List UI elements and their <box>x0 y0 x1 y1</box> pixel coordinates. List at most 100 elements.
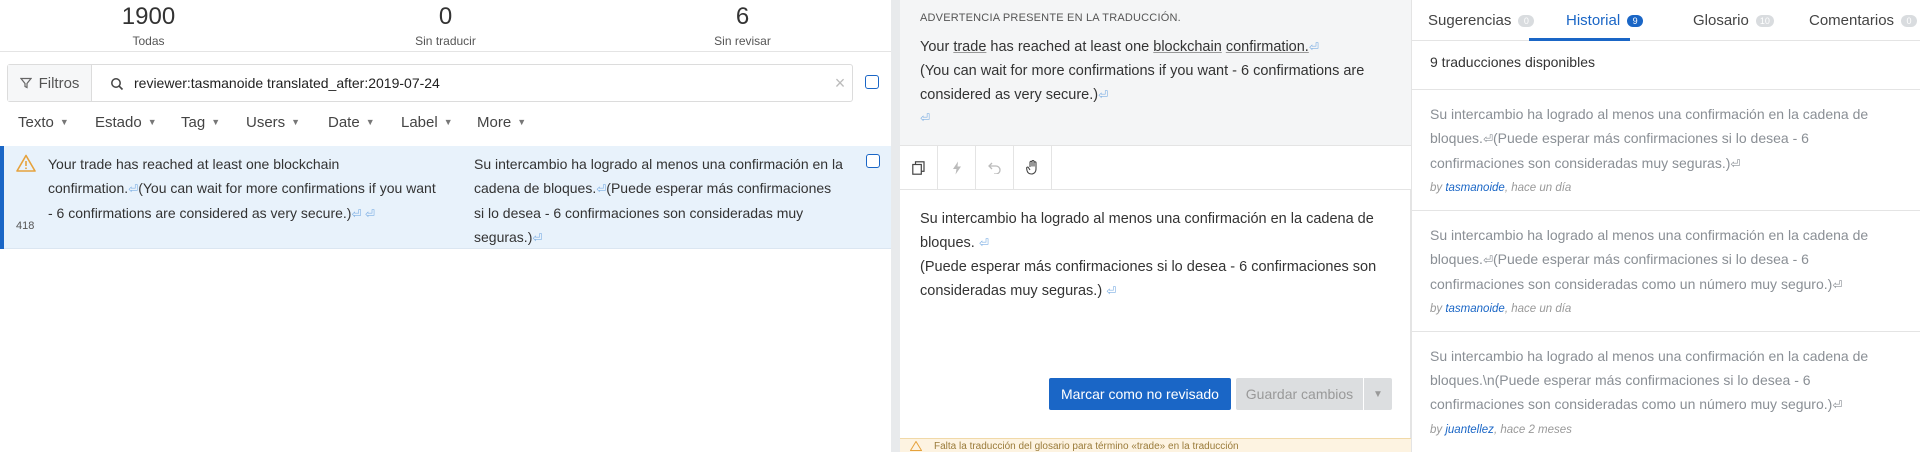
stat-unreviewed[interactable]: 6 Sin revisar <box>594 0 891 49</box>
dropdown-date[interactable]: Date ▼ <box>328 114 375 131</box>
source-text-line: considered as very secure.) <box>920 87 1099 103</box>
newline-icon: ⏎ <box>1832 278 1843 292</box>
chevron-down-icon: ▼ <box>365 117 375 127</box>
selected-indicator <box>0 146 4 249</box>
translation-warning-label: ADVERTENCIA PRESENTE EN LA TRADUCCIÓN. <box>920 12 1181 24</box>
tab-suggestions[interactable]: Sugerencias 0 <box>1428 0 1535 41</box>
history-line: Su intercambio ha logrado al menos una c… <box>1430 348 1869 364</box>
unit-target-text: Su intercambio ha logrado al menos una c… <box>474 152 854 250</box>
history-count: 9 traducciones disponibles <box>1430 54 1595 70</box>
tab-count: 0 <box>1518 14 1535 27</box>
dropdown-text[interactable]: Texto ▼ <box>18 114 69 131</box>
unit-source-text: Your trade has reached at least one bloc… <box>48 152 448 226</box>
history-meta: by tasmanoide, hace un día <box>1430 182 1571 194</box>
tab-label: Comentarios <box>1809 12 1895 29</box>
chevron-down-icon: ▼ <box>211 117 221 127</box>
save-options-button[interactable]: ▼ <box>1364 378 1392 410</box>
unit-target-line: (Puede esperar más confirmaciones <box>606 180 832 196</box>
history-line: confirmaciones son consideradas como un … <box>1430 396 1833 412</box>
copy-source-button[interactable] <box>900 146 938 189</box>
unit-target-line: si lo desea - 6 confirmaciones son consi… <box>474 205 804 221</box>
stat-untranslated[interactable]: 0 Sin traducir <box>297 0 594 49</box>
close-icon[interactable]: × <box>832 74 848 92</box>
translation-app: 1900 Todas 0 Sin traducir 6 Sin revisar … <box>0 0 1920 452</box>
dropdown-label: Estado <box>95 114 142 131</box>
unit-source-line: - 6 confirmations are considered as very… <box>48 205 352 221</box>
translation-line: consideradas muy seguras.) <box>920 283 1103 299</box>
filter-bar: Filtros × <box>7 64 853 102</box>
glossary-term-blockchain[interactable]: blockchain <box>1153 39 1222 55</box>
dropdown-label: Users <box>246 114 286 131</box>
history-time: , hace un día <box>1504 303 1572 315</box>
machine-translate-button[interactable] <box>938 146 976 189</box>
tab-count: 10 <box>1755 14 1774 27</box>
history-item[interactable]: Su intercambio ha logrado al menos una c… <box>1412 332 1920 452</box>
editor-pane: ADVERTENCIA PRESENTE EN LA TRADUCCIÓN. Y… <box>891 0 1411 452</box>
newline-icon: ⏎ <box>1482 132 1493 146</box>
active-tab-indicator <box>1529 38 1630 41</box>
chevron-down-icon: ▼ <box>443 117 453 127</box>
special-characters-button[interactable] <box>1014 146 1052 189</box>
dropdown-users[interactable]: Users ▼ <box>246 114 300 131</box>
unit-row[interactable]: 418 Your trade has reached at least one … <box>0 146 891 249</box>
tab-glossary[interactable]: Glosario 10 <box>1693 0 1774 41</box>
newline-icon: ⏎ <box>596 182 607 196</box>
stat-all[interactable]: 1900 Todas <box>0 0 297 49</box>
history-item[interactable]: Su intercambio ha logrado al menos una c… <box>1412 211 1920 332</box>
glossary-warning: Falta la traducción del glosario para té… <box>900 438 1411 452</box>
tab-label: Sugerencias <box>1428 12 1512 29</box>
history-line: bloques.\n(Puede esperar más confirmacio… <box>1430 372 1811 388</box>
history-line: bloques. <box>1430 251 1483 267</box>
unit-target-line: seguras.) <box>474 229 533 245</box>
source-text-part: has reached at least one <box>986 39 1154 55</box>
search-input[interactable] <box>134 65 824 101</box>
newline-icon: ⏎ <box>1832 398 1843 412</box>
unit-list-pane: 1900 Todas 0 Sin traducir 6 Sin revisar … <box>0 0 891 452</box>
history-line: confirmaciones son consideradas muy segu… <box>1430 155 1731 171</box>
unit-id: 418 <box>16 220 35 232</box>
newline-icon: ⏎ ⏎ <box>351 207 375 221</box>
undo-icon <box>987 162 1001 174</box>
chevron-down-icon: ▼ <box>59 117 69 127</box>
translation-line: bloques. <box>920 235 975 251</box>
dropdown-status[interactable]: Estado ▼ <box>95 114 157 131</box>
history-line: (Puede esperar más confirmaciones si lo … <box>1493 251 1809 267</box>
history-user-link[interactable]: tasmanoide <box>1445 303 1504 315</box>
glossary-term-confirmation[interactable]: confirmation. <box>1226 39 1309 55</box>
select-all-checkbox[interactable] <box>865 75 879 89</box>
dropdown-more[interactable]: More ▼ <box>477 114 526 131</box>
undo-button[interactable] <box>976 146 1014 189</box>
newline-icon: ⏎ <box>1730 157 1741 171</box>
translation-textarea[interactable]: Su intercambio ha logrado al menos una c… <box>920 207 1390 303</box>
newline-icon: ⏎ <box>1482 253 1493 267</box>
hand-icon <box>1026 160 1037 175</box>
tab-comments[interactable]: Comentarios 0 <box>1809 0 1918 41</box>
history-line: Su intercambio ha logrado al menos una c… <box>1430 227 1869 243</box>
unit-target-line: Su intercambio ha logrado al menos una c… <box>474 156 843 172</box>
glossary-term-trade[interactable]: trade <box>953 39 986 55</box>
filters-button[interactable]: Filtros <box>8 65 92 101</box>
dropdown-label-filter[interactable]: Label ▼ <box>401 114 453 131</box>
source-panel: ADVERTENCIA PRESENTE EN LA TRADUCCIÓN. Y… <box>900 0 1411 146</box>
save-button[interactable]: Guardar cambios <box>1236 378 1363 410</box>
tab-label: Historial <box>1566 12 1621 29</box>
tab-history[interactable]: Historial 9 <box>1566 0 1644 41</box>
history-user-link[interactable]: tasmanoide <box>1445 182 1504 194</box>
history-user-link[interactable]: juantellez <box>1445 424 1494 436</box>
history-item[interactable]: Su intercambio ha logrado al menos una c… <box>1412 90 1920 211</box>
sidebar-pane: Sugerencias 0 Historial 9 Glosario 10 Co… <box>1411 0 1920 452</box>
dropdown-tag[interactable]: Tag ▼ <box>181 114 220 131</box>
stat-all-value: 1900 <box>121 3 176 30</box>
stats-bar: 1900 Todas 0 Sin traducir 6 Sin revisar <box>0 0 891 52</box>
history-meta: by tasmanoide, hace un día <box>1430 303 1571 315</box>
unit-checkbox[interactable] <box>866 154 880 168</box>
unit-target-line: cadena de bloques. <box>474 180 597 196</box>
tab-count: 0 <box>1901 14 1918 27</box>
history-time: , hace 2 meses <box>1493 424 1572 436</box>
newline-icon: ⏎ <box>920 111 931 125</box>
history-line: (Puede esperar más confirmaciones si lo … <box>1493 130 1809 146</box>
unit-source-line: Your trade has reached at least one bloc… <box>48 156 340 172</box>
history-by: by <box>1430 303 1446 315</box>
mark-unreviewed-button[interactable]: Marcar como no revisado <box>1049 378 1231 410</box>
funnel-icon <box>19 77 32 89</box>
